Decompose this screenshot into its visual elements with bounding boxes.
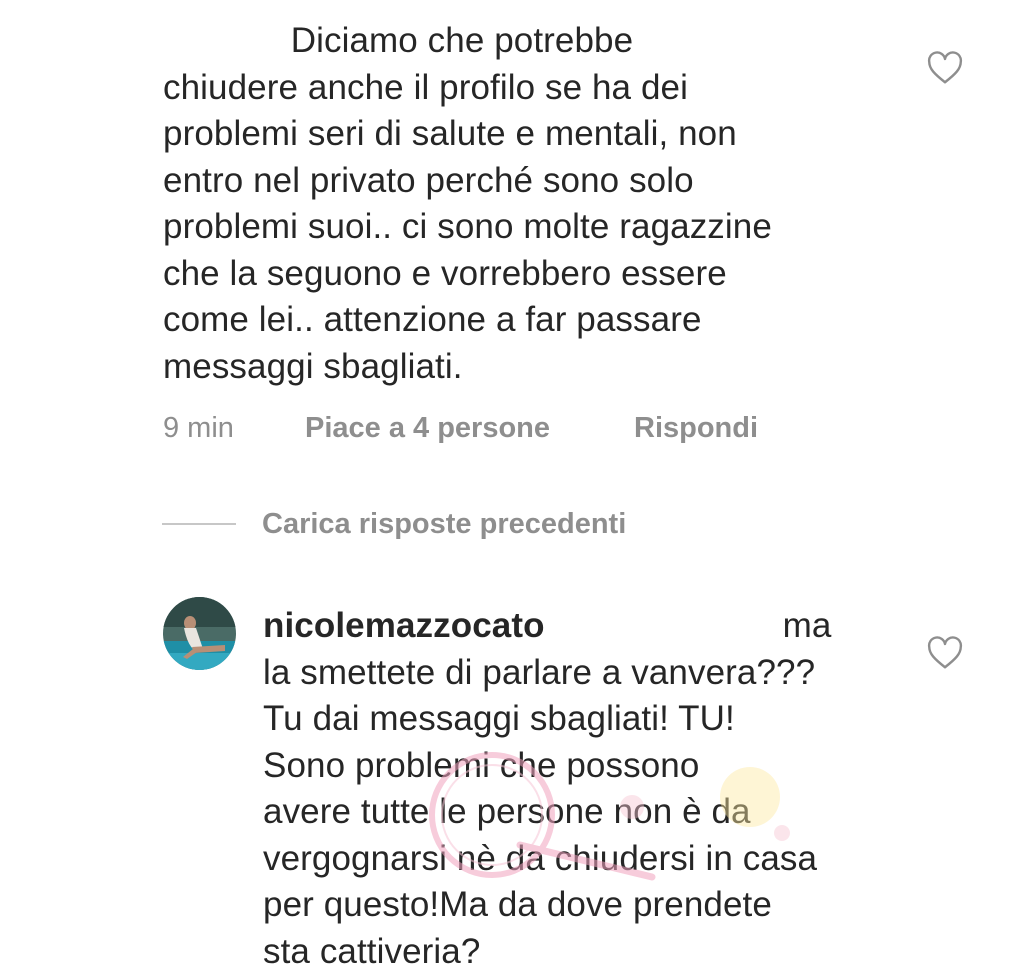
reply-body: nicolemazzocato ma la smettete di parlare…	[263, 603, 883, 975]
comment-line: Tu dai messaggi sbagliati! TU!	[263, 699, 735, 738]
comment-line: sta cattiveria?	[263, 931, 481, 971]
comment-line: Sono problemi che possono	[263, 745, 700, 785]
comment-body: Diciamo che potrebbe chiudere anche il p…	[163, 18, 883, 390]
reply-first-line-text: ma	[782, 606, 832, 645]
comment-timestamp: 9 min	[163, 411, 234, 444]
load-previous-replies-button[interactable]: Carica risposte precedenti	[162, 504, 626, 544]
comment-line: messaggi sbagliati.	[163, 346, 463, 386]
reply-button[interactable]: Rispondi	[634, 412, 758, 445]
username-link[interactable]: nicolemazzocato	[263, 606, 545, 645]
load-previous-replies-label: Carica risposte precedenti	[262, 507, 627, 540]
comment-line: problemi suoi.. ci sono molte ragazzine	[163, 207, 772, 246]
comment-line: chiudere anche il profilo se ha dei	[163, 67, 688, 107]
comment-line: la smettete di parlare a vanvera???	[263, 652, 816, 692]
comment-line: come lei.. attenzione a far passare	[163, 300, 702, 339]
likes-count-link[interactable]: Piace a 4 persone	[305, 412, 634, 445]
heart-icon-svg	[927, 51, 963, 84]
comment-line: che la seguono e vorrebbero essere	[163, 253, 727, 293]
heart-outline-icon[interactable]	[927, 51, 963, 85]
comment-line: problemi seri di salute e mentali, non	[163, 114, 737, 153]
comment-line: per questo!Ma da dove prendete	[263, 885, 772, 924]
profile-photo-avatar	[163, 597, 236, 670]
comment-line: entro nel privato perché sono solo	[163, 160, 694, 200]
reply-thread-divider	[162, 523, 236, 525]
comment-line: vergognarsi nè da chiudersi in casa	[263, 838, 818, 878]
heart-outline-icon[interactable]	[927, 636, 963, 670]
comment-line: avere tutte le persone non è da	[263, 792, 751, 831]
heart-icon-svg	[927, 636, 963, 669]
comment-line: Diciamo che potrebbe	[163, 21, 634, 60]
avatar[interactable]	[163, 597, 236, 670]
reply-first-line: nicolemazzocato ma	[263, 603, 883, 650]
comment-meta: 9 min Piace a 4 persone Rispondi	[163, 408, 758, 448]
